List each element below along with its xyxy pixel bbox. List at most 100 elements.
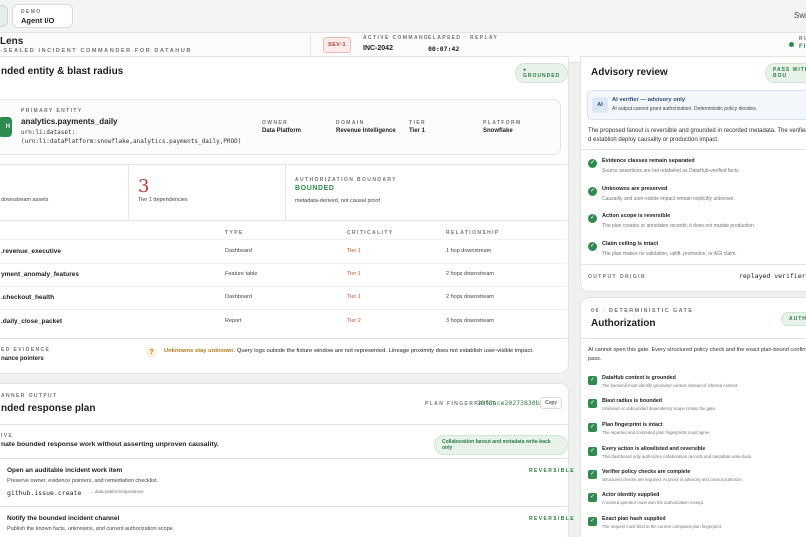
- asset-tier: Tier 1: [347, 248, 361, 254]
- table-row[interactable]: .revenue_executive Dashboard Tier 1 1 ho…: [0, 240, 570, 263]
- run-status-label: RU: [799, 36, 806, 42]
- app-subtitle: -SEALED INCIDENT COMMANDER FOR DATAHUB: [0, 48, 192, 54]
- copy-button[interactable]: Copy: [540, 397, 562, 409]
- asset-relationship: 2 hops downstream: [446, 271, 494, 277]
- downstream-assets-label: downstream assets: [1, 197, 49, 203]
- demo-agent-selector[interactable]: DEMO Agent I/O: [12, 4, 73, 28]
- check-title: Every action is allowlisted and reversib…: [602, 446, 706, 452]
- switch-link[interactable]: Swi: [794, 11, 806, 20]
- gate-heading: Authorization: [591, 318, 656, 329]
- primary-entity-name[interactable]: analytics.payments_daily: [21, 117, 118, 126]
- table-row[interactable]: yment_anomaly_features Feature table Tie…: [0, 263, 570, 286]
- check-desc: Source assertions are not relabeled as D…: [602, 168, 740, 174]
- check-title: Plan fingerprint is intact: [602, 422, 663, 428]
- verifier-title: AI verifier — advisory only: [612, 97, 686, 103]
- check-icon: ✓: [588, 493, 597, 502]
- check-desc: A named operator must own the authorizat…: [602, 500, 704, 505]
- check-title: Exact plan hash supplied: [602, 516, 666, 522]
- check-desc: The backend must identify grounded conte…: [602, 383, 739, 388]
- entity-avatar: H: [0, 117, 12, 137]
- asset-name: yment_anomaly_features: [1, 271, 80, 278]
- check-icon: ✓: [588, 447, 597, 456]
- ai-avatar: AI: [592, 97, 608, 113]
- reversible-badge: REVERSIBLE: [529, 468, 575, 474]
- table-row[interactable]: .checkout_health Dashboard Tier 1 2 hops…: [0, 286, 570, 309]
- check-icon: ✓: [588, 187, 597, 196]
- active-command-value[interactable]: INC-2042: [363, 45, 393, 52]
- check-icon: ✓: [588, 470, 597, 479]
- gate-summary: AI cannot open this gate. Every structur…: [588, 347, 806, 362]
- demo-label: DEMO: [21, 9, 42, 15]
- asset-relationship: 3 hops downstream: [446, 318, 494, 324]
- check-icon: ✓: [588, 376, 597, 385]
- verifier-desc: AI output cannot grant authorization. De…: [612, 106, 758, 112]
- run-status-value: FI: [799, 44, 806, 50]
- asset-relationship: 2 hops downstream: [446, 294, 494, 300]
- top-bar: DEMO Agent I/O Swi: [0, 0, 806, 33]
- check-icon: ✓: [588, 214, 597, 223]
- fingerprint-value[interactable]: 20f3ace20273830b: [477, 399, 540, 407]
- platform-value: Snowflake: [483, 128, 513, 134]
- tier-label: TIER: [409, 120, 426, 126]
- unknowns-text: Query logs outside the fixture window ar…: [236, 348, 534, 354]
- check-icon: ✓: [588, 423, 597, 432]
- check-icon: ✓: [588, 242, 597, 251]
- unknowns-strong: Unknowns stay unknown.: [164, 348, 236, 354]
- asset-type: Feature table: [225, 271, 258, 277]
- domain-value: Revenue Intelligence: [336, 128, 396, 134]
- downstream-table: TYPE CRITICALITY RELATIONSHIP .revenue_e…: [0, 220, 570, 338]
- divider: [581, 264, 806, 265]
- owner-value: Data Platform: [262, 128, 302, 134]
- objective-text: nate bounded response work without asser…: [1, 441, 219, 448]
- app-title: Lens: [0, 36, 24, 47]
- action-item[interactable]: Open an auditable incident work item Pre…: [0, 459, 574, 506]
- advisory-badge: PASS WITH BOU: [765, 63, 806, 83]
- check-title: DataHub context is grounded: [602, 375, 676, 381]
- brand-mark[interactable]: [0, 5, 8, 27]
- tier-value: Tier 1: [409, 128, 425, 134]
- action-code: github.issue.create: [7, 489, 82, 497]
- asset-type: Dashboard: [225, 248, 252, 254]
- collab-badge: Collaboration fanout and metadata write-…: [434, 435, 568, 455]
- domain-label: DOMAIN: [336, 120, 365, 126]
- check-desc: The plan creates or annotates records; i…: [602, 223, 756, 229]
- evidence-value: nance pointers: [1, 356, 44, 362]
- primary-entity-panel: PRIMARY ENTITY H analytics.payments_dail…: [0, 99, 561, 155]
- gate-cap: 06 · DETERMINISTIC GATE: [591, 308, 694, 314]
- agent-label: Agent I/O: [21, 16, 55, 25]
- gate-badge: AUTHO: [781, 312, 806, 326]
- asset-type: Report: [225, 318, 242, 324]
- asset-type: Dashboard: [225, 294, 252, 300]
- action-title: Open an auditable incident work item: [7, 467, 123, 474]
- action-desc: Publish the known facts, unknowns, and c…: [7, 526, 175, 532]
- check-icon: ✓: [588, 399, 597, 408]
- check-title: Verifier policy checks are complete: [602, 469, 691, 475]
- col-criticality-header: CRITICALITY: [347, 230, 394, 236]
- grounded-badge: ● GROUNDED: [515, 63, 569, 83]
- tier1-count: 3: [138, 176, 150, 197]
- check-desc: The request must bind to the current com…: [602, 524, 723, 529]
- warning-icon: ?: [146, 347, 157, 358]
- divider: [0, 424, 570, 425]
- asset-tier: Tier 1: [347, 271, 361, 277]
- asset-tier: Tier 1: [347, 294, 361, 300]
- plan-cap: ANNER OUTPUT: [1, 393, 58, 399]
- table-row[interactable]: .daily_close_packet Report Tier 2 3 hops…: [0, 309, 570, 333]
- col-type-header: TYPE: [225, 230, 244, 236]
- verifier-panel: AI AI verifier — advisory only AI output…: [587, 90, 806, 120]
- plan-heading: nded response plan: [1, 403, 96, 414]
- asset-name: .daily_close_packet: [1, 318, 63, 325]
- divider: [128, 165, 129, 219]
- check-title: Unknowns are preserved: [602, 186, 668, 192]
- check-desc: The reported and computed plan fingerpri…: [602, 430, 711, 435]
- asset-tier: Tier 2: [347, 318, 361, 324]
- output-origin-value: replayed verifier o: [739, 272, 806, 280]
- advisory-card: Advisory review PASS WITH BOU AI AI veri…: [580, 56, 806, 292]
- action-item[interactable]: Notify the bounded incident channel Publ…: [0, 507, 574, 537]
- gate-card: 06 · DETERMINISTIC GATE Authorization AU…: [580, 297, 806, 537]
- tier1-label: Tier 1 dependencies: [138, 197, 188, 203]
- divider: [581, 149, 806, 150]
- asset-name: .revenue_executive: [1, 248, 61, 255]
- severity-badge: SEV-1: [323, 37, 351, 53]
- boundary-value: BOUNDED: [295, 185, 335, 192]
